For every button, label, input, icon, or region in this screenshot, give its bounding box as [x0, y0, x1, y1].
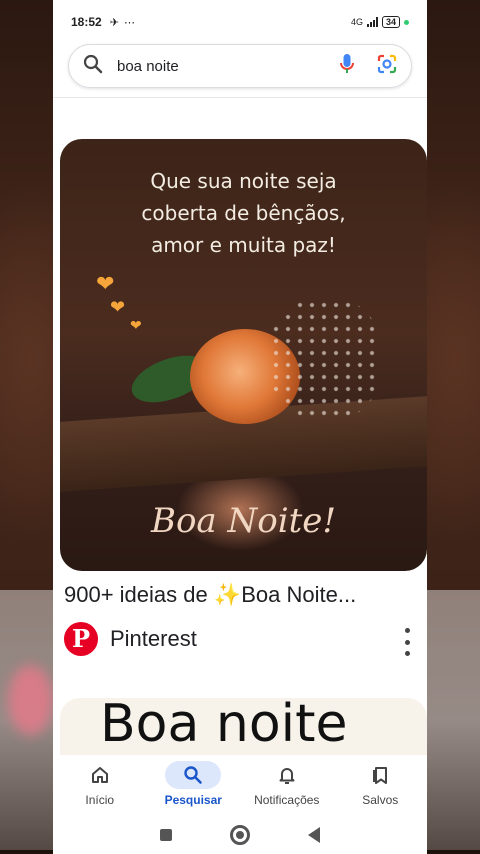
- image-quote-line: amor e muita paz!: [151, 233, 336, 257]
- search-icon: [83, 54, 103, 79]
- microphone-icon[interactable]: [339, 53, 355, 80]
- more-options-icon[interactable]: [397, 628, 417, 656]
- nav-item-pesquisar[interactable]: Pesquisar: [147, 755, 241, 815]
- image-quote: Que sua noite seja coberta de bênçãos, a…: [60, 165, 427, 261]
- backdrop-pink-blur: [8, 665, 53, 735]
- result-image[interactable]: ❤ ❤ ❤ Que sua noite seja coberta de bênç…: [60, 139, 427, 571]
- heart-icon: ❤: [110, 297, 126, 317]
- source-name: Pinterest: [110, 626, 197, 651]
- heart-icon: ❤: [96, 271, 115, 296]
- privacy-dot-icon: [404, 19, 409, 25]
- back-button[interactable]: [308, 826, 320, 843]
- system-navigation-bar: [53, 815, 427, 854]
- status-bar: 18:52 ✈ ⋯ 4G 34: [53, 0, 427, 44]
- network-type: 4G: [350, 17, 363, 27]
- image-quote-line: Que sua noite seja: [150, 169, 337, 193]
- bottom-navigation: Início Pesquisar Notificações Salvos: [53, 755, 427, 815]
- nav-item-salvos[interactable]: Salvos: [334, 755, 428, 815]
- backdrop-right-blur: [427, 590, 480, 850]
- status-time: 18:52: [71, 15, 102, 29]
- next-result-text: Boa noite: [100, 698, 348, 754]
- search-bar[interactable]: [68, 44, 412, 88]
- header-divider: [53, 97, 427, 98]
- babys-breath-graphic: [270, 299, 380, 419]
- result-title[interactable]: 900+ ideias de ✨Boa Noite...: [64, 582, 424, 608]
- image-greeting: Boa Noite!: [150, 501, 337, 541]
- nav-item-notificacoes[interactable]: Notificações: [240, 755, 334, 815]
- home-icon: [72, 761, 128, 789]
- recent-apps-button[interactable]: [160, 828, 172, 841]
- nav-item-inicio[interactable]: Início: [53, 755, 147, 815]
- signal-icon: [366, 17, 378, 27]
- status-right: 4G 34: [351, 16, 409, 28]
- nav-label: Salvos: [362, 793, 399, 807]
- nav-label: Pesquisar: [164, 793, 222, 807]
- google-lens-icon[interactable]: [377, 54, 397, 79]
- result-source[interactable]: P Pinterest: [64, 622, 197, 656]
- search-icon: [165, 761, 222, 789]
- search-input[interactable]: [115, 56, 339, 76]
- bookmark-icon: [352, 761, 408, 789]
- nav-label: Notificações: [254, 793, 320, 807]
- image-quote-line: coberta de bênçãos,: [141, 201, 346, 225]
- nav-label: Início: [85, 793, 115, 807]
- phone-screen: 18:52 ✈ ⋯ 4G 34 ❤ ❤ ❤ Que sua noite seja: [53, 0, 427, 854]
- heart-icon: ❤: [130, 317, 142, 333]
- bell-icon: [259, 761, 315, 789]
- battery-icon: 34: [381, 16, 400, 28]
- home-button[interactable]: [230, 824, 250, 845]
- pinterest-logo-icon: P: [64, 622, 98, 656]
- status-left-icons: ✈ ⋯: [109, 16, 136, 29]
